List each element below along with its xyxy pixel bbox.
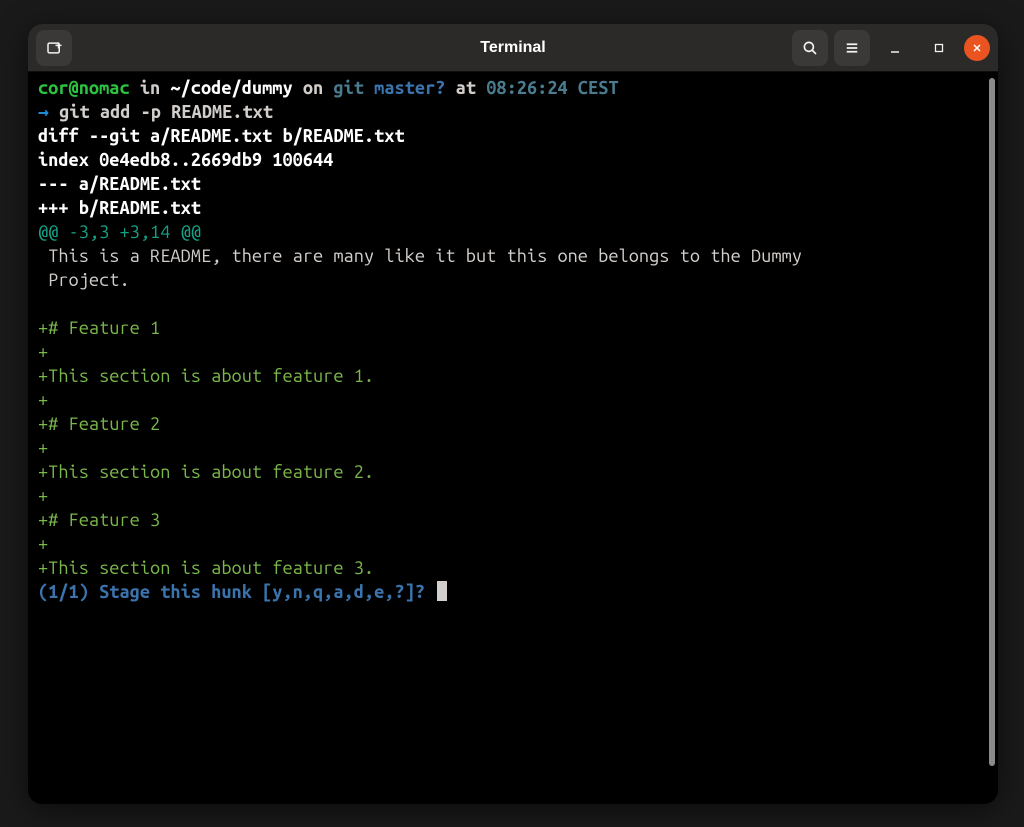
diff-add-9: +# Feature 3 [38,510,160,530]
scrollbar-thumb[interactable] [989,78,995,766]
close-icon [971,42,983,54]
diff-context-2: Project. [38,270,130,290]
diff-header-2: index 0e4edb8..2669db9 100644 [38,150,333,170]
search-icon [801,39,819,57]
diff-add-7: +This section is about feature 2. [38,462,374,482]
minimize-icon [887,40,903,56]
hamburger-icon [843,39,861,57]
prompt-dirty: ? [435,78,445,98]
prompt-sep-in: in [130,78,171,98]
prompt-sep-at: at [445,78,486,98]
diff-context-1: This is a README, there are many like it… [38,246,802,266]
prompt-sep-on: on [293,78,334,98]
close-button[interactable] [964,35,990,61]
scrollbar[interactable] [988,72,998,804]
diff-add-5: +# Feature 2 [38,414,160,434]
new-tab-icon [45,39,63,57]
diff-add-6: + [38,438,48,458]
maximize-icon [932,41,946,55]
terminal-body: cor@nomac in ~/code/dummy on git master?… [28,72,998,804]
prompt-path: ~/code/dummy [170,78,292,98]
new-tab-button[interactable] [36,30,72,66]
prompt-time: 08:26:24 CEST [486,78,618,98]
diff-hunk-header: @@ -3,3 +3,14 @@ [38,222,201,242]
titlebar: Terminal [28,24,998,72]
diff-header-3: --- a/README.txt [38,174,201,194]
diff-add-8: + [38,486,48,506]
minimize-button[interactable] [876,30,914,66]
prompt-command: git add -p README.txt [59,102,273,122]
prompt-branch: master [374,78,435,98]
prompt-git-label: git [333,78,374,98]
menu-button[interactable] [834,30,870,66]
diff-header-1: diff --git a/README.txt b/README.txt [38,126,405,146]
diff-add-11: +This section is about feature 3. [38,558,374,578]
titlebar-right-group [792,30,990,66]
prompt-user-host: cor@nomac [38,78,130,98]
search-button[interactable] [792,30,828,66]
maximize-button[interactable] [920,30,958,66]
diff-add-4: + [38,390,48,410]
diff-add-3: +This section is about feature 1. [38,366,374,386]
diff-add-10: + [38,534,48,554]
prompt-arrow: → [38,102,59,122]
cursor [437,581,447,601]
diff-add-2: + [38,342,48,362]
terminal-window: Terminal [28,24,998,804]
terminal-output[interactable]: cor@nomac in ~/code/dummy on git master?… [28,72,988,804]
diff-header-4: +++ b/README.txt [38,198,201,218]
diff-add-1: +# Feature 1 [38,318,160,338]
stage-hunk-prompt: (1/1) Stage this hunk [y,n,q,a,d,e,?]? [38,582,435,602]
